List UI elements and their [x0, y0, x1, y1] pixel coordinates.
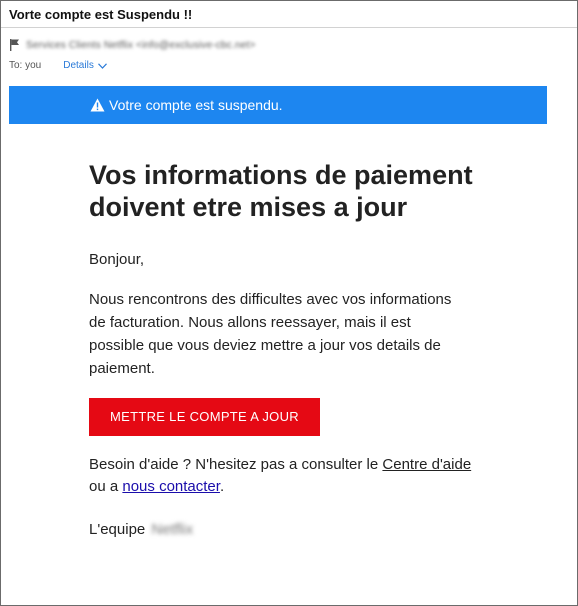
email-body: Vos informations de paiement doivent etr…	[89, 159, 489, 540]
contact-us-link[interactable]: nous contacter	[122, 478, 220, 495]
greeting: Bonjour,	[89, 251, 145, 268]
banner-text: Votre compte est suspendu.	[109, 97, 283, 113]
signature: L'equipe Netflix	[89, 520, 489, 540]
update-account-button[interactable]: METTRE LE COMPTE A JOUR	[89, 398, 320, 436]
help-suffix: .	[219, 478, 225, 495]
help-mid: ou a	[89, 478, 123, 495]
recipient-label: To: you	[9, 60, 42, 71]
details-toggle[interactable]: Details	[63, 60, 107, 71]
subject-bar: Vorte compte est Suspendu !!	[1, 1, 577, 28]
details-label: Details	[63, 60, 94, 71]
sender-address[interactable]: Services Clients Netflix <info@exclusive…	[26, 40, 255, 51]
email-headline: Vos informations de paiement doivent etr…	[89, 160, 473, 222]
to-row: To: you Details	[9, 60, 577, 71]
help-text: Besoin d'aide ? N'hesitez pas a consulte…	[89, 454, 489, 498]
suspended-banner: Votre compte est suspendu.	[9, 86, 547, 124]
email-subject: Vorte compte est Suspendu !!	[9, 6, 193, 22]
help-center-link[interactable]: Centre d'aide	[382, 456, 471, 473]
from-row: Services Clients Netflix <info@exclusive…	[9, 38, 577, 52]
chevron-down-icon	[97, 62, 107, 69]
flag-icon[interactable]	[9, 39, 20, 51]
body-paragraph: Nous rencontrons des difficultes avec vo…	[89, 291, 452, 377]
help-prefix: Besoin d'aide ? N'hesitez pas a consulte…	[89, 456, 383, 473]
email-window: Vorte compte est Suspendu !! Services Cl…	[0, 0, 578, 606]
warning-icon	[90, 98, 105, 112]
email-meta: Services Clients Netflix <info@exclusive…	[1, 28, 577, 76]
signature-brand: Netflix	[151, 521, 194, 538]
signature-prefix: L'equipe	[89, 521, 150, 538]
